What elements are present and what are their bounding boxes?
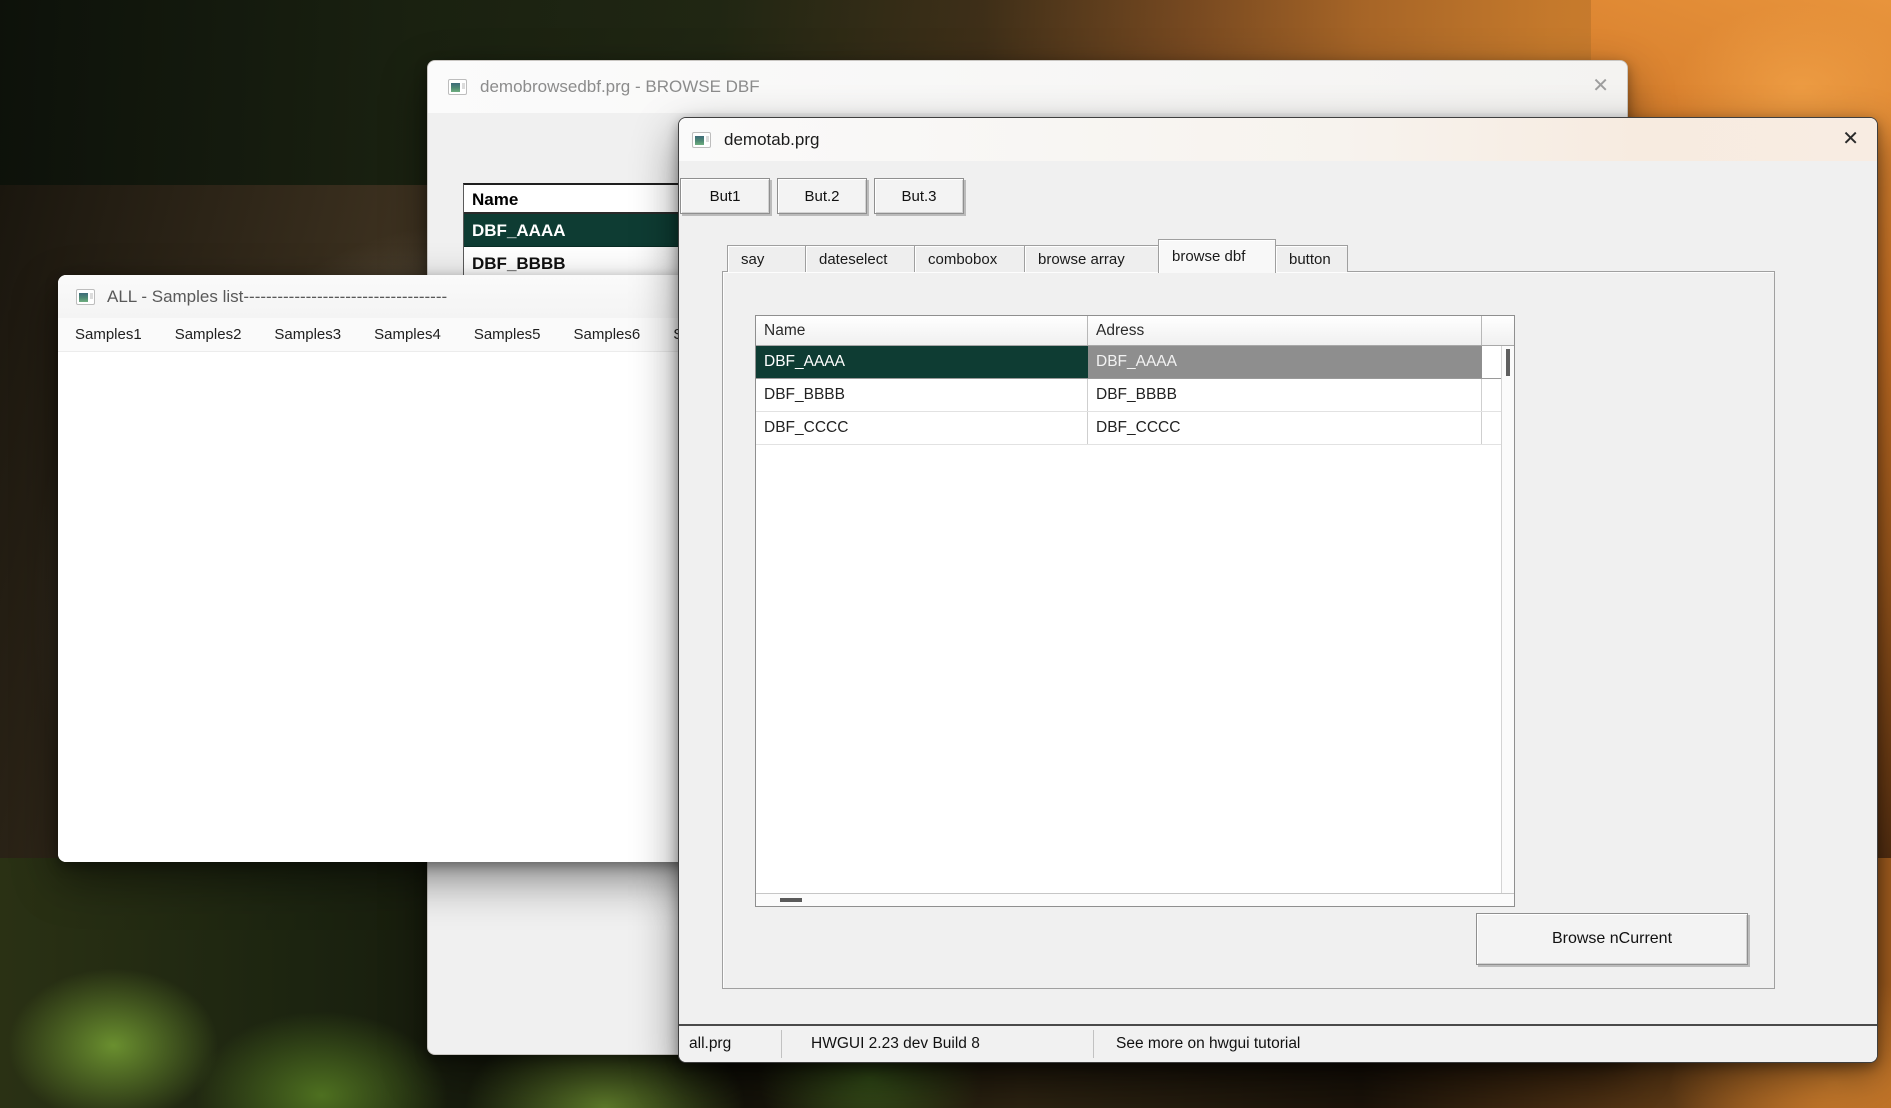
window-title: demobrowsedbf.prg - BROWSE DBF [480,77,760,97]
window-icon [448,79,467,95]
cell-name[interactable]: DBF_BBBB [756,379,1088,411]
menu-item-samples3[interactable]: Samples3 [274,326,341,343]
horizontal-scrollbar-thumb[interactable] [780,898,802,902]
browse-ncurrent-button[interactable]: Browse nCurrent [1476,913,1748,965]
status-divider [781,1030,782,1058]
demotab-toolbar: But1 But.2 But.3 [680,178,964,214]
but3-button[interactable]: But.3 [874,178,964,214]
status-divider [1093,1030,1094,1058]
grid-column-header-name[interactable]: Name [756,316,1088,345]
status-bar: all.prg HWGUI 2.23 dev Build 8 See more … [679,1024,1877,1062]
but2-button[interactable]: But.2 [777,178,867,214]
grid-header-stub [1482,316,1514,345]
grid-column-header-adress[interactable]: Adress [1088,316,1482,345]
cell-adress[interactable]: DBF_CCCC [1088,412,1482,444]
status-filename: all.prg [689,1026,731,1062]
cell-name[interactable]: DBF_CCCC [756,412,1088,444]
window-icon [76,289,95,305]
tab-combobox[interactable]: combobox [914,245,1025,272]
status-tutorial-note: See more on hwgui tutorial [1116,1026,1300,1062]
tab-dateselect[interactable]: dateselect [805,245,915,272]
grid-body: DBF_AAAA DBF_AAAA DBF_BBBB DBF_BBBB DBF_… [756,346,1514,906]
demotab-titlebar[interactable]: demotab.prg ✕ [679,118,1877,161]
horizontal-scrollbar[interactable] [756,893,1514,906]
grid-header-row: Name Adress [756,316,1514,346]
table-row[interactable]: DBF_BBBB DBF_BBBB [756,379,1514,412]
status-version: HWGUI 2.23 dev Build 8 [811,1026,980,1062]
window-icon [692,132,711,148]
menu-item-samples1[interactable]: Samples1 [75,326,142,343]
tab-button[interactable]: button [1275,245,1348,272]
close-icon[interactable]: ✕ [1842,129,1859,149]
browse-dbf-titlebar[interactable]: demobrowsedbf.prg - BROWSE DBF ✕ [428,61,1627,113]
tab-browse-array[interactable]: browse array [1024,245,1159,272]
samples-client-area [58,352,758,862]
menu-item-samples4[interactable]: Samples4 [374,326,441,343]
menu-item-samples6[interactable]: Samples6 [574,326,641,343]
tab-say[interactable]: say [727,245,806,272]
window-title: ALL - Samples list----------------------… [107,287,447,307]
dbf-browse-grid: Name Adress DBF_AAAA DBF_AAAA DBF_BBBB D… [755,315,1515,907]
table-row[interactable]: DBF_CCCC DBF_CCCC [756,412,1514,445]
samples-list-window: ALL - Samples list----------------------… [58,275,758,862]
samples-menubar: Samples1 Samples2 Samples3 Samples4 Samp… [58,318,758,352]
demotab-window: demotab.prg ✕ But1 But.2 But.3 say dates… [678,117,1878,1063]
vertical-scrollbar[interactable] [1501,346,1514,893]
cell-adress[interactable]: DBF_AAAA [1088,346,1482,378]
samples-titlebar[interactable]: ALL - Samples list----------------------… [58,275,758,318]
vertical-scrollbar-thumb[interactable] [1506,349,1510,376]
close-icon[interactable]: ✕ [1592,76,1609,96]
menu-item-samples5[interactable]: Samples5 [474,326,541,343]
cell-adress[interactable]: DBF_BBBB [1088,379,1482,411]
table-row[interactable]: DBF_AAAA DBF_AAAA [756,346,1514,379]
menu-item-samples2[interactable]: Samples2 [175,326,242,343]
tab-strip: say dateselect combobox browse array bro… [727,238,1347,272]
window-title: demotab.prg [724,130,819,150]
but1-button[interactable]: But1 [680,178,770,214]
tab-browse-dbf[interactable]: browse dbf [1158,239,1276,273]
cell-name[interactable]: DBF_AAAA [756,346,1088,378]
